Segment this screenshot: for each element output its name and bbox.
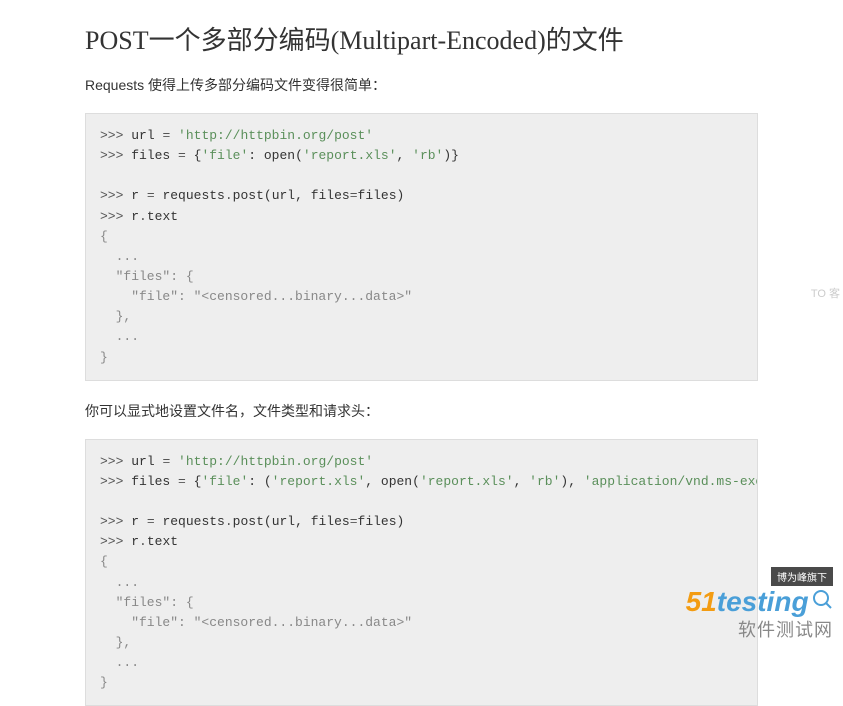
document-container: POST一个多部分编码(Multipart-Encoded)的文件 Reques… xyxy=(0,0,843,706)
section-heading: POST一个多部分编码(Multipart-Encoded)的文件 xyxy=(85,20,758,57)
intro-paragraph-2: 你可以显式地设置文件名，文件类型和请求头： xyxy=(85,401,758,421)
code-block-1: >>> url = 'http://httpbin.org/post' >>> … xyxy=(85,113,758,381)
intro-paragraph-1: Requests 使得上传多部分编码文件变得很简单： xyxy=(85,75,758,95)
code-block-2[interactable]: >>> url = 'http://httpbin.org/post' >>> … xyxy=(85,439,758,706)
